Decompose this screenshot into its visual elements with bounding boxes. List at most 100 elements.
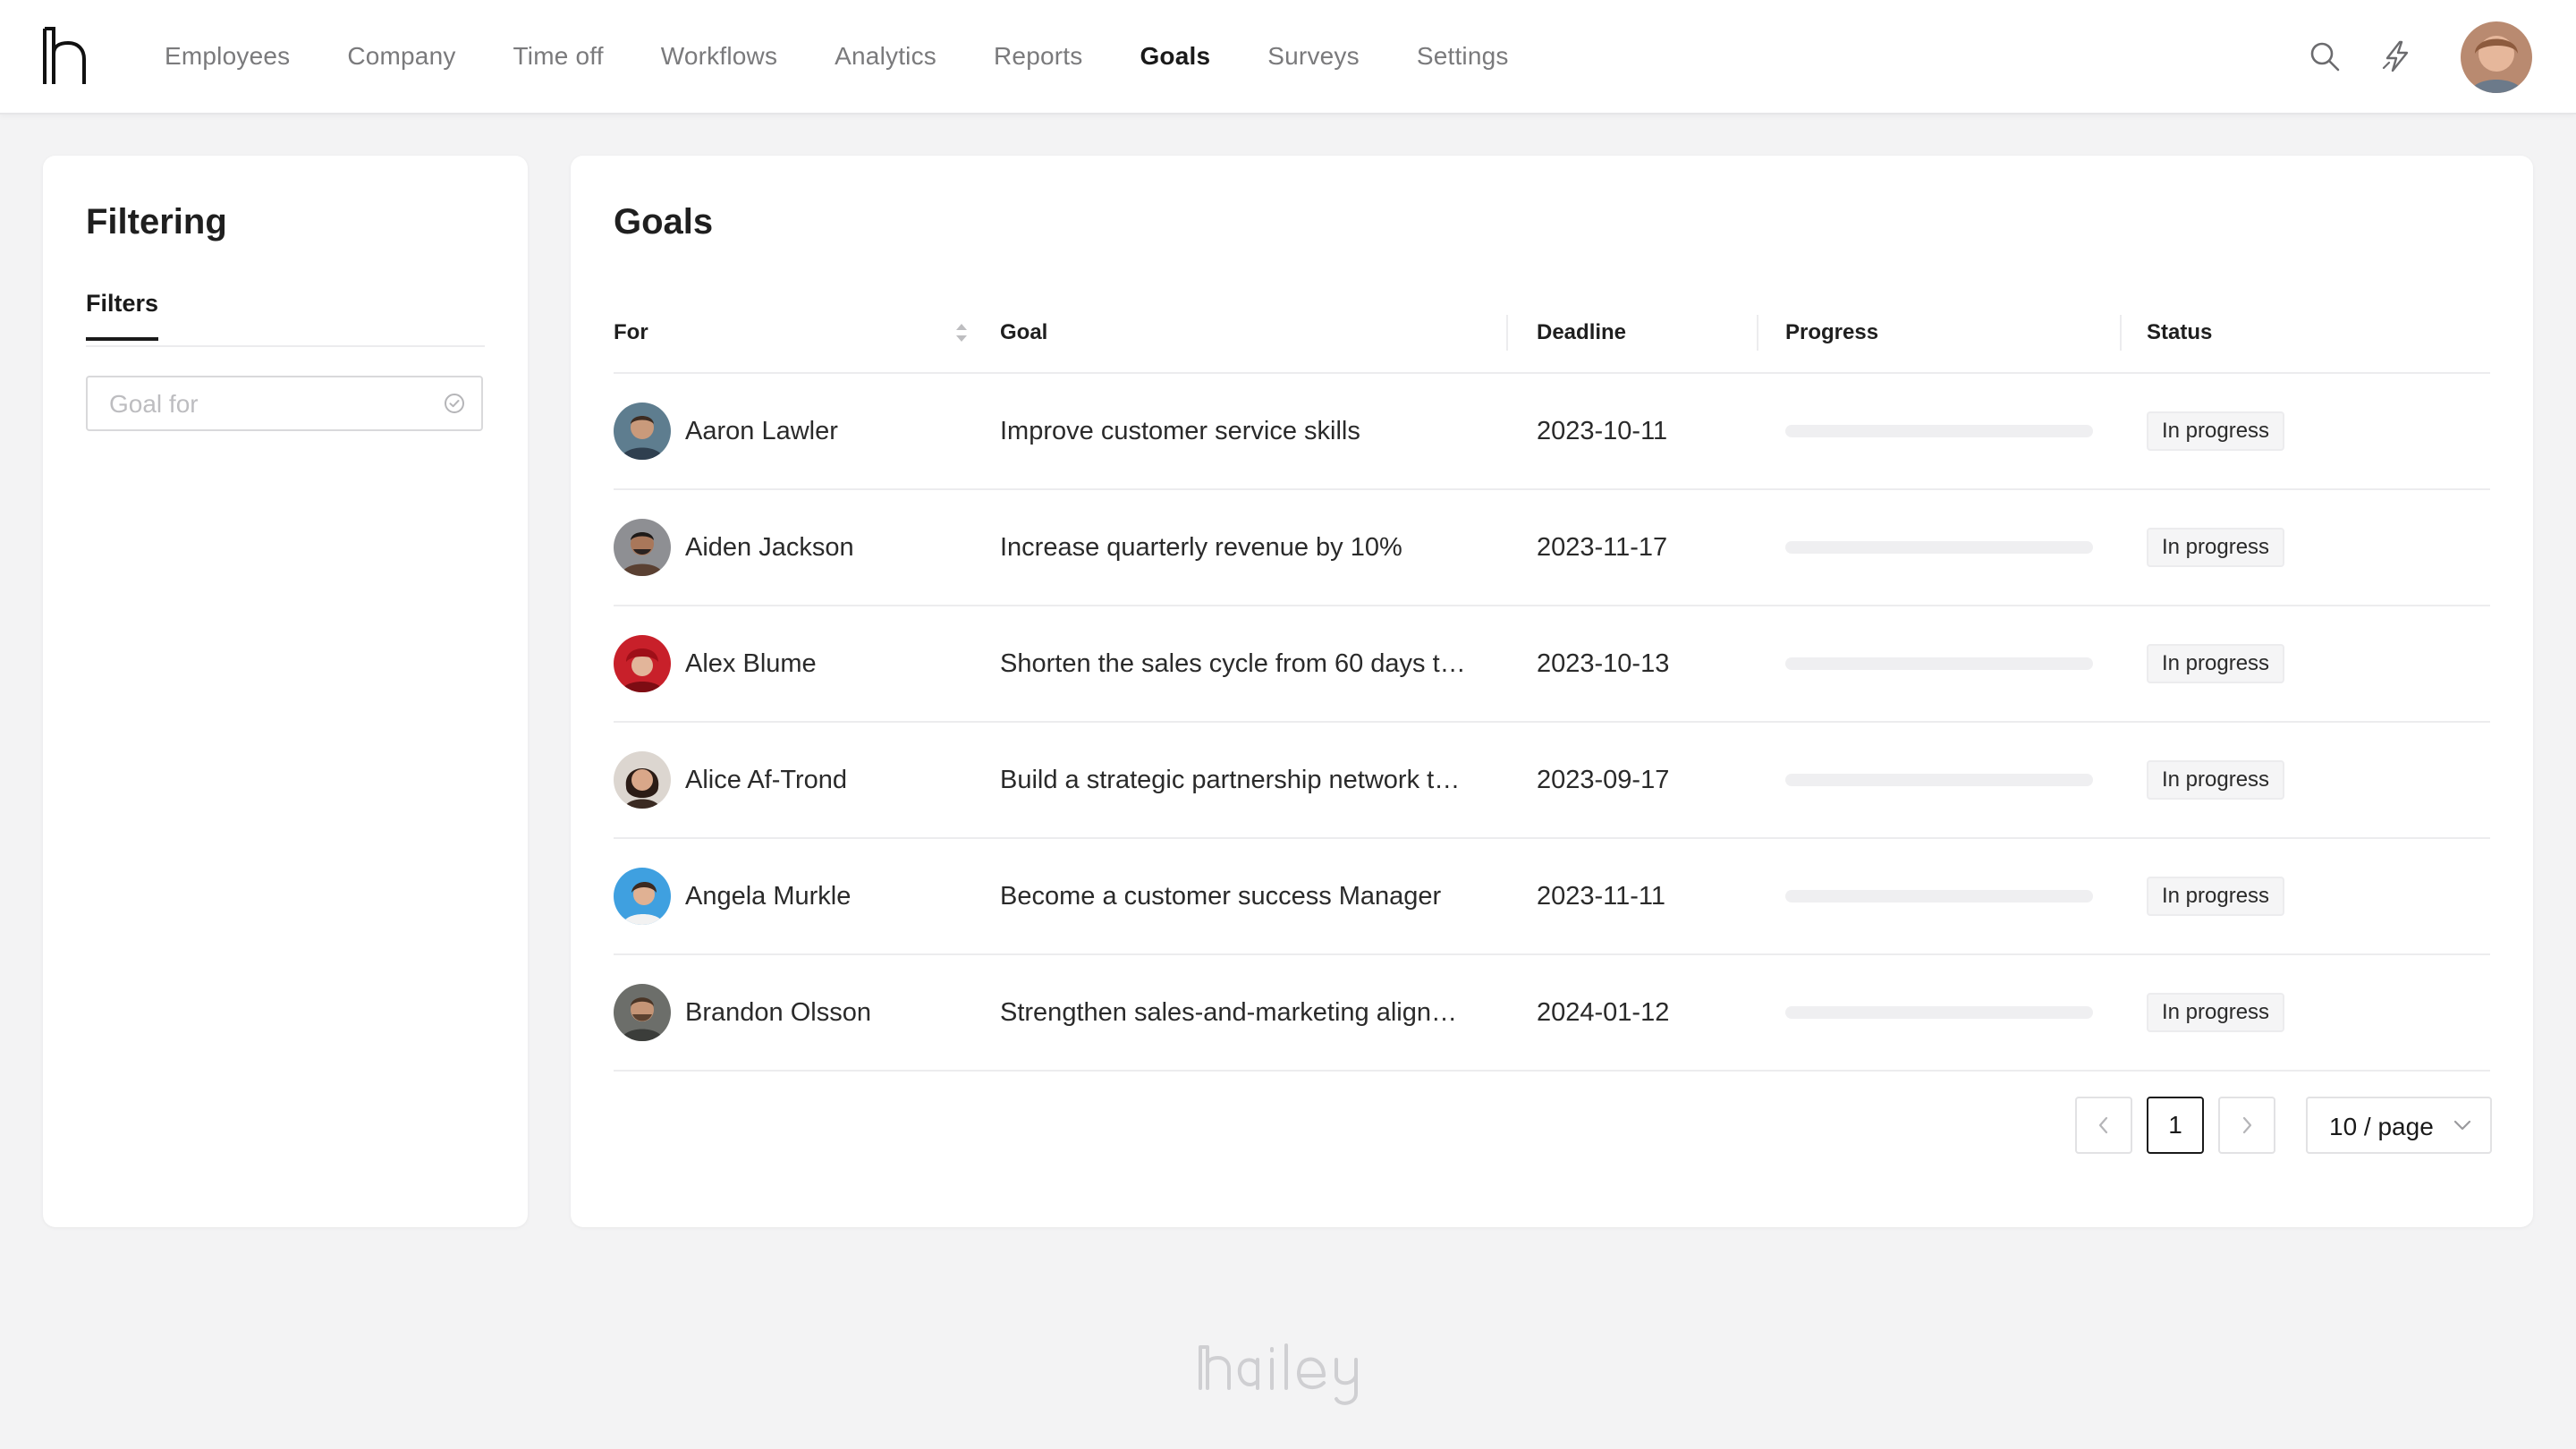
for-cell: Angela Murkle <box>614 839 851 953</box>
table-row[interactable]: Brandon Olsson Strengthen sales-and-mark… <box>614 955 2490 1072</box>
status-badge: In progress <box>2147 993 2285 1032</box>
chevron-left-icon <box>2098 1116 2108 1134</box>
goals-table: For Goal Deadline Progress Status Aaron … <box>614 293 2490 1072</box>
table-row[interactable]: Alex Blume Shorten the sales cycle from … <box>614 606 2490 723</box>
status-badge: In progress <box>2147 528 2285 567</box>
column-header-goal: Goal <box>1000 320 1048 344</box>
table-row[interactable]: Alice Af-Trond Build a strategic partner… <box>614 723 2490 839</box>
lightning-icon[interactable] <box>2380 39 2414 73</box>
column-header-progress: Progress <box>1785 320 1879 344</box>
user-avatar-image <box>2461 21 2532 93</box>
progress-bar <box>1785 890 2093 902</box>
nav-item-company[interactable]: Company <box>347 42 455 71</box>
table-row[interactable]: Angela Murkle Become a customer success … <box>614 839 2490 955</box>
status-badge: In progress <box>2147 877 2285 916</box>
filtering-title: Filtering <box>86 202 227 242</box>
employee-name: Alex Blume <box>685 648 817 678</box>
goal-cell: Improve customer service skills <box>1000 374 1474 488</box>
filtering-panel: Filtering Filters <box>43 156 528 1227</box>
search-icon[interactable] <box>2308 39 2342 73</box>
for-cell: Aaron Lawler <box>614 374 838 488</box>
column-divider <box>1506 315 1508 351</box>
goal-cell: Strengthen sales-and-marketing alignm… <box>1000 955 1474 1070</box>
goal-cell: Build a strategic partnership network to… <box>1000 723 1474 837</box>
employee-name: Alice Af-Trond <box>685 765 848 794</box>
goal-text[interactable]: Strengthen sales-and-marketing alignm… <box>1000 998 1474 1028</box>
nav-item-workflows[interactable]: Workflows <box>661 42 777 71</box>
progress-bar <box>1785 774 2093 786</box>
status-cell: In progress <box>2147 955 2285 1070</box>
deadline-cell: 2023-11-11 <box>1537 881 1666 911</box>
progress-bar <box>1785 425 2093 437</box>
column-header-for[interactable]: For <box>614 293 648 372</box>
sort-icon[interactable] <box>953 320 970 345</box>
employee-name: Brandon Olsson <box>685 997 871 1027</box>
goal-text[interactable]: Become a customer success Manager <box>1000 882 1474 911</box>
column-divider <box>2120 315 2122 351</box>
hailey-wordmark-logo <box>1199 1343 1358 1405</box>
nav-item-analytics[interactable]: Analytics <box>835 42 936 71</box>
status-cell: In progress <box>2147 490 2285 605</box>
filter-tabs: Filters <box>86 290 485 347</box>
column-header-deadline: Deadline <box>1537 320 1627 344</box>
nav-item-surveys[interactable]: Surveys <box>1267 42 1360 71</box>
progress-cell <box>1785 490 2093 605</box>
for-cell: Aiden Jackson <box>614 490 854 605</box>
goal-text[interactable]: Build a strategic partnership network to… <box>1000 766 1474 795</box>
progress-bar <box>1785 657 2093 670</box>
top-navigation-bar: Employees Company Time off Workflows Ana… <box>0 0 2576 114</box>
progress-cell <box>1785 374 2093 488</box>
next-page-button[interactable] <box>2218 1097 2275 1154</box>
avatar <box>614 402 671 460</box>
employee-name: Angela Murkle <box>685 881 852 911</box>
table-header: For Goal Deadline Progress Status <box>614 293 2490 374</box>
column-divider <box>1757 315 1758 351</box>
for-cell: Alice Af-Trond <box>614 723 847 837</box>
employee-name: Aaron Lawler <box>685 416 838 445</box>
status-cell: In progress <box>2147 606 2285 721</box>
nav-item-employees[interactable]: Employees <box>165 42 290 71</box>
column-header-status: Status <box>2147 320 2213 344</box>
brand-logo-icon[interactable] <box>41 27 88 86</box>
goal-text[interactable]: Increase quarterly revenue by 10% <box>1000 533 1474 563</box>
status-cell: In progress <box>2147 374 2285 488</box>
user-avatar[interactable] <box>2461 21 2532 93</box>
avatar <box>614 868 671 925</box>
nav-item-reports[interactable]: Reports <box>994 42 1082 71</box>
nav-item-goals[interactable]: Goals <box>1140 42 1210 71</box>
avatar <box>614 635 671 692</box>
deadline-cell: 2023-09-17 <box>1537 765 1670 794</box>
progress-cell <box>1785 723 2093 837</box>
goal-for-input[interactable] <box>107 377 433 431</box>
chevron-right-icon <box>2242 1116 2252 1134</box>
goal-cell: Become a customer success Manager <box>1000 839 1474 953</box>
progress-cell <box>1785 606 2093 721</box>
avatar <box>614 519 671 576</box>
for-cell: Brandon Olsson <box>614 955 871 1070</box>
goals-title: Goals <box>614 202 714 242</box>
page-number-button[interactable]: 1 <box>2147 1097 2204 1154</box>
page-size-select[interactable]: 10 / page <box>2306 1097 2492 1154</box>
goal-cell: Shorten the sales cycle from 60 days to … <box>1000 606 1474 721</box>
goal-text[interactable]: Shorten the sales cycle from 60 days to … <box>1000 649 1474 679</box>
goal-for-field[interactable] <box>86 376 483 431</box>
table-row[interactable]: Aiden Jackson Increase quarterly revenue… <box>614 490 2490 606</box>
goals-panel: Goals For Goal Deadline Progress Status … <box>571 156 2533 1227</box>
status-badge: In progress <box>2147 644 2285 683</box>
nav-item-settings[interactable]: Settings <box>1417 42 1509 71</box>
nav-item-time-off[interactable]: Time off <box>513 42 604 71</box>
progress-bar <box>1785 541 2093 554</box>
progress-cell <box>1785 955 2093 1070</box>
status-cell: In progress <box>2147 723 2285 837</box>
progress-cell <box>1785 839 2093 953</box>
status-cell: In progress <box>2147 839 2285 953</box>
prev-page-button[interactable] <box>2075 1097 2132 1154</box>
progress-bar <box>1785 1006 2093 1019</box>
status-badge: In progress <box>2147 760 2285 800</box>
goal-text[interactable]: Improve customer service skills <box>1000 417 1474 446</box>
tab-filters[interactable]: Filters <box>86 290 159 341</box>
deadline-cell: 2023-11-17 <box>1537 532 1668 562</box>
deadline-cell: 2023-10-13 <box>1537 648 1670 678</box>
table-row[interactable]: Aaron Lawler Improve customer service sk… <box>614 374 2490 490</box>
check-circle-icon <box>445 394 464 413</box>
